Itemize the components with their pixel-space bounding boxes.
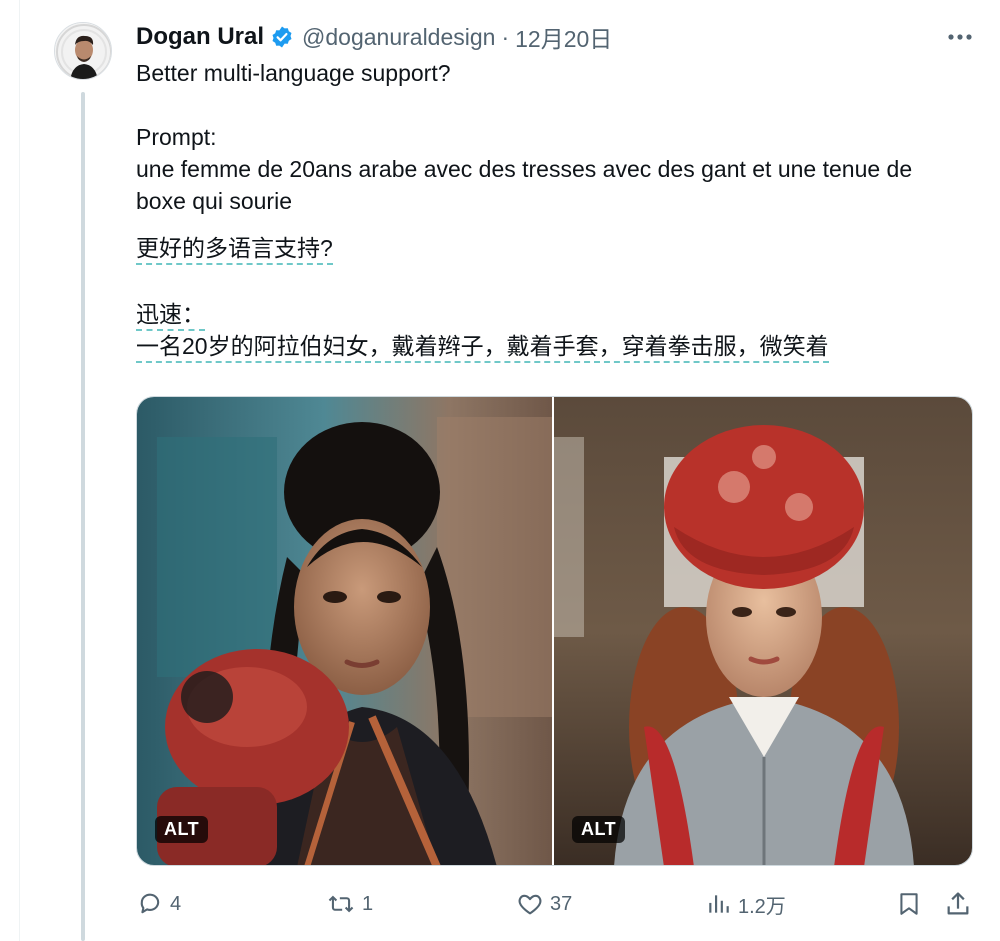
bookmark-icon — [900, 893, 918, 915]
translation-line: 更好的多语言支持? — [136, 233, 333, 265]
tweet-header: Dogan Ural @doganuraldesign · 12月20日 — [136, 20, 612, 54]
alt-text-badge[interactable]: ALT — [155, 816, 209, 843]
views-button[interactable]: 1.2万 — [706, 886, 786, 922]
reply-icon — [140, 893, 160, 914]
translation-text[interactable]: 一名20岁的阿拉伯妇女，戴着辫子，戴着手套，穿着拳击服，微笑着 — [136, 333, 829, 363]
header-separator: · — [501, 23, 510, 50]
more-dots-icon — [948, 34, 972, 40]
translation-line: 迅速： — [136, 299, 205, 331]
avatar-image — [55, 23, 111, 79]
media-photo-1[interactable]: ALT — [137, 397, 552, 865]
retweet-count: 1 — [362, 892, 374, 915]
timeline-left-border — [0, 0, 20, 941]
boxer-braids-photo — [137, 397, 552, 865]
share-icon — [947, 892, 969, 915]
more-options-button[interactable] — [940, 22, 980, 52]
retweet-button[interactable]: 1 — [326, 886, 373, 922]
tweet-text-line: une femme de 20ans arabe avec des tresse… — [136, 156, 913, 182]
share-button[interactable] — [944, 886, 978, 922]
view-count: 1.2万 — [738, 895, 786, 918]
thread-connector-line — [81, 92, 85, 941]
alt-text-badge[interactable]: ALT — [572, 816, 626, 843]
tweet-text-line: Better multi-language support? — [136, 60, 451, 86]
author-handle[interactable]: @doganuraldesign — [302, 24, 495, 51]
tweet-text-line: Prompt: — [136, 124, 217, 150]
retweet-icon — [328, 895, 354, 913]
woman-headwrap-photo — [554, 397, 972, 865]
tweet-text-line: boxe qui sourie — [136, 188, 292, 214]
author-avatar[interactable] — [54, 22, 112, 80]
views-chart-icon — [709, 895, 729, 913]
verified-badge-icon — [270, 25, 294, 49]
reply-count: 4 — [170, 892, 182, 915]
like-button[interactable]: 37 — [516, 886, 572, 922]
heart-icon — [518, 894, 542, 915]
reply-button[interactable]: 4 — [136, 886, 181, 922]
translation-line: 一名20岁的阿拉伯妇女，戴着辫子，戴着手套，穿着拳击服，微笑着 — [136, 331, 829, 363]
like-count: 37 — [550, 892, 573, 915]
author-display-name[interactable]: Dogan Ural — [136, 23, 264, 51]
translation-text[interactable]: 迅速： — [136, 301, 205, 331]
bookmark-button[interactable] — [896, 886, 928, 922]
tweet-date[interactable]: 12月20日 — [515, 20, 612, 54]
media-photo-2[interactable]: ALT — [554, 397, 972, 865]
translation-text[interactable]: 更好的多语言支持? — [136, 235, 333, 265]
tweet-action-bar: 4 1 37 1.2万 — [136, 886, 981, 922]
media-grid: ALT ALT — [136, 396, 973, 866]
